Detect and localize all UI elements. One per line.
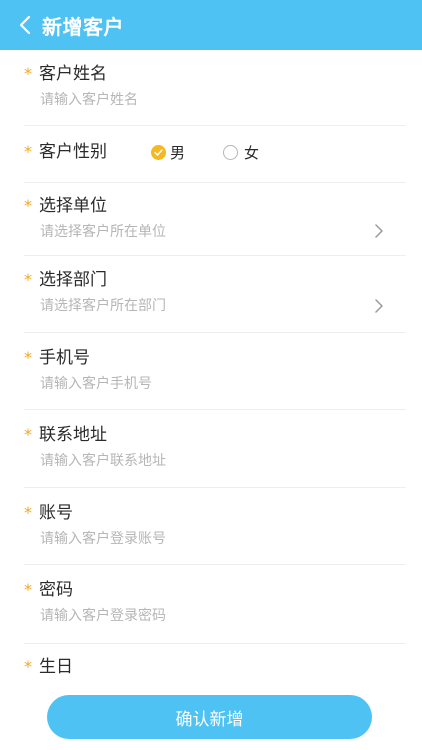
app-header: 新增客户: [0, 0, 422, 50]
required-mark: *: [24, 503, 32, 522]
chevron-left-icon: [19, 15, 31, 35]
password-field[interactable]: * 密码 请输入客户登录密码: [24, 565, 406, 644]
account-field[interactable]: * 账号 请输入客户登录账号: [24, 488, 406, 565]
back-button[interactable]: [8, 0, 42, 50]
required-mark: *: [24, 348, 32, 367]
password-label: 密码: [39, 580, 73, 600]
account-label: 账号: [39, 503, 73, 523]
phone-input[interactable]: 请输入客户手机号: [40, 374, 406, 394]
phone-label: 手机号: [39, 348, 90, 368]
gender-field: * 客户性别 男 女: [24, 126, 406, 183]
gender-female-label: 女: [244, 143, 260, 162]
address-label: 联系地址: [39, 425, 107, 445]
address-input[interactable]: 请输入客户联系地址: [40, 451, 406, 471]
gender-male-radio[interactable]: 男: [151, 142, 185, 163]
page-title: 新增客户: [42, 14, 124, 39]
required-mark: *: [24, 142, 32, 161]
required-mark: *: [24, 580, 32, 599]
unit-select-field[interactable]: * 选择单位 请选择客户所在单位: [24, 183, 406, 256]
department-select[interactable]: 请选择客户所在部门: [40, 296, 406, 316]
unit-select[interactable]: 请选择客户所在单位: [40, 222, 406, 242]
chevron-right-icon[interactable]: [372, 223, 386, 239]
name-label: 客户姓名: [39, 64, 107, 84]
account-input[interactable]: 请输入客户登录账号: [40, 529, 406, 549]
radio-checked-icon: [151, 144, 166, 160]
required-mark: *: [24, 270, 32, 289]
department-label: 选择部门: [39, 270, 107, 290]
customer-form: * 客户姓名 请输入客户姓名 * 客户性别 男 女 * 选择单位 请选择客户所在…: [0, 50, 422, 704]
required-mark: *: [24, 657, 32, 676]
required-mark: *: [24, 425, 32, 444]
unit-label: 选择单位: [39, 196, 107, 216]
gender-female-radio[interactable]: 女: [223, 142, 259, 163]
gender-male-label: 男: [170, 143, 186, 162]
gender-label: 客户性别: [39, 142, 107, 162]
confirm-add-button[interactable]: 确认新增: [47, 695, 372, 739]
name-input[interactable]: 请输入客户姓名: [40, 90, 406, 110]
required-mark: *: [24, 64, 32, 83]
required-mark: *: [24, 196, 32, 215]
password-input[interactable]: 请输入客户登录密码: [40, 606, 406, 626]
phone-field[interactable]: * 手机号 请输入客户手机号: [24, 333, 406, 410]
chevron-right-icon[interactable]: [372, 298, 386, 314]
gender-radio-group: 男 女: [151, 142, 259, 163]
radio-unchecked-icon: [223, 144, 239, 160]
birthday-label: 生日: [39, 657, 73, 677]
bottom-fade: [0, 680, 422, 694]
address-field[interactable]: * 联系地址 请输入客户联系地址: [24, 410, 406, 488]
department-select-field[interactable]: * 选择部门 请选择客户所在部门: [24, 256, 406, 333]
name-field[interactable]: * 客户姓名 请输入客户姓名: [24, 50, 406, 126]
